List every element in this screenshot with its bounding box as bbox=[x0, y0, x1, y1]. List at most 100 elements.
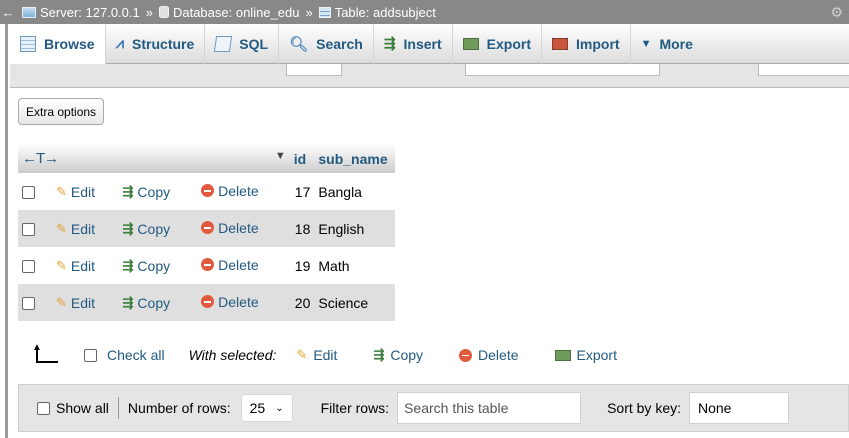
copy-label: Copy bbox=[137, 258, 171, 274]
show-all-label[interactable]: Show all bbox=[56, 400, 109, 416]
edit-link[interactable]: ✎ Edit bbox=[56, 295, 95, 311]
breadcrumb-database[interactable]: Database: online_edu bbox=[173, 5, 300, 20]
column-controls-header: ←T→ ▼ bbox=[18, 144, 290, 173]
column-arrows-icon[interactable]: ←T→ bbox=[22, 150, 59, 167]
tab-label: Search bbox=[316, 35, 363, 52]
bulk-export-button[interactable]: Export bbox=[554, 347, 617, 363]
tab-browse[interactable]: Browse bbox=[10, 23, 106, 64]
delete-label: Delete bbox=[218, 182, 259, 199]
delete-link[interactable]: Delete bbox=[201, 257, 259, 273]
breadcrumb-separator: » bbox=[305, 4, 313, 20]
bulk-export-label: Export bbox=[576, 347, 617, 363]
browse-icon bbox=[20, 35, 36, 52]
cell-id[interactable]: 17 bbox=[289, 173, 315, 210]
table-row: ✎ Edit ⇶ Copy Delete 20 Science bbox=[18, 284, 395, 321]
filter-rows-input[interactable]: Search this table bbox=[397, 392, 582, 424]
delete-link[interactable]: Delete bbox=[201, 182, 259, 199]
cell-id[interactable]: 18 bbox=[289, 210, 315, 247]
edit-link[interactable]: ✎ Edit bbox=[56, 184, 95, 200]
breadcrumb-server[interactable]: Server: 127.0.0.1 bbox=[40, 5, 140, 20]
tab-sql[interactable]: SQL bbox=[205, 23, 280, 64]
divider bbox=[117, 397, 119, 419]
ghost-filter-input bbox=[465, 64, 660, 76]
copy-icon: ⇶ bbox=[373, 347, 385, 362]
rows-label: Number of rows: bbox=[127, 400, 231, 416]
tab-label: Structure bbox=[132, 35, 195, 52]
export-icon bbox=[554, 349, 571, 361]
rows-select[interactable]: 25 ⌄ bbox=[240, 394, 293, 422]
row-checkbox[interactable] bbox=[22, 260, 35, 274]
sql-icon bbox=[214, 35, 233, 52]
bulk-edit-label: Edit bbox=[313, 347, 338, 363]
copy-link[interactable]: ⇶ Copy bbox=[123, 184, 171, 200]
copy-label: Copy bbox=[137, 184, 171, 200]
cell-id[interactable]: 19 bbox=[289, 247, 315, 284]
tab-label: SQL bbox=[239, 35, 269, 52]
extra-options-button[interactable]: Extra options bbox=[18, 98, 105, 125]
with-selected-label: With selected: bbox=[188, 347, 277, 363]
import-icon bbox=[552, 37, 569, 50]
left-edge bbox=[0, 0, 8, 438]
cell-sub_name[interactable]: Bangla bbox=[314, 173, 395, 210]
copy-label: Copy bbox=[137, 221, 171, 237]
cell-sub_name[interactable]: English bbox=[314, 210, 395, 247]
filter-label: Filter rows: bbox=[320, 400, 390, 416]
bulk-delete-button[interactable]: Delete bbox=[459, 347, 519, 363]
gear-icon[interactable]: ⚙ bbox=[830, 4, 843, 21]
table-row: ✎ Edit ⇶ Copy Delete 19 Math bbox=[18, 247, 395, 284]
export-icon bbox=[462, 37, 479, 50]
delete-link[interactable]: Delete bbox=[201, 294, 259, 310]
clipped-nav-row bbox=[10, 64, 849, 88]
delete-icon bbox=[201, 221, 215, 235]
tab-insert[interactable]: ⇶ Insert bbox=[374, 23, 453, 64]
copy-icon: ⇶ bbox=[122, 258, 134, 273]
bulk-copy-button[interactable]: ⇶ Copy bbox=[373, 347, 423, 363]
check-all-label[interactable]: Check all bbox=[107, 347, 165, 363]
row-checkbox[interactable] bbox=[22, 186, 35, 200]
back-arrow-icon[interactable]: ← bbox=[0, 5, 16, 20]
cell-sub_name[interactable]: Math bbox=[314, 247, 395, 284]
cell-sub_name[interactable]: Science bbox=[314, 284, 395, 321]
database-icon bbox=[158, 6, 169, 18]
cell-id[interactable]: 20 bbox=[289, 284, 315, 321]
breadcrumb-table[interactable]: Table: addsubject bbox=[335, 5, 436, 20]
edit-label: Edit bbox=[70, 295, 96, 311]
pencil-icon: ✎ bbox=[296, 347, 308, 362]
tab-search[interactable]: 🔍︎ Search bbox=[279, 23, 374, 64]
copy-link[interactable]: ⇶ Copy bbox=[123, 295, 171, 311]
column-header-id[interactable]: id bbox=[289, 144, 315, 173]
structure-icon: ⩘ bbox=[115, 35, 125, 52]
copy-link[interactable]: ⇶ Copy bbox=[123, 258, 171, 274]
breadcrumb: ← Server: 127.0.0.1 » Database: online_e… bbox=[0, 0, 849, 24]
ghost-rows-select bbox=[286, 64, 342, 76]
show-all-checkbox[interactable] bbox=[37, 401, 50, 415]
sort-label: Sort by key: bbox=[607, 400, 681, 416]
bulk-actions: ▲ Check all With selected: ✎ Edit ⇶ Copy D… bbox=[30, 342, 653, 367]
edit-link[interactable]: ✎ Edit bbox=[56, 258, 95, 274]
column-header-sub_name[interactable]: sub_name bbox=[314, 144, 395, 173]
copy-icon: ⇶ bbox=[122, 184, 134, 199]
tab-label: Export bbox=[486, 35, 532, 52]
copy-icon: ⇶ bbox=[122, 221, 134, 236]
sort-select[interactable]: None bbox=[689, 392, 789, 424]
copy-link[interactable]: ⇶ Copy bbox=[123, 221, 171, 237]
tab-label: More bbox=[659, 35, 693, 52]
sort-triangle-icon[interactable]: ▼ bbox=[275, 150, 286, 162]
edit-label: Edit bbox=[70, 184, 96, 200]
select-arrow-icon: ▲ bbox=[30, 342, 60, 363]
row-checkbox[interactable] bbox=[22, 223, 35, 237]
pencil-icon: ✎ bbox=[56, 258, 67, 273]
chevron-down-icon: ▼ bbox=[640, 37, 652, 50]
tab-export[interactable]: Export bbox=[453, 23, 543, 64]
edit-link[interactable]: ✎ Edit bbox=[56, 221, 95, 237]
tab-import[interactable]: Import bbox=[542, 23, 631, 64]
server-icon bbox=[22, 6, 36, 18]
row-checkbox[interactable] bbox=[22, 297, 35, 311]
delete-link[interactable]: Delete bbox=[201, 220, 259, 236]
bulk-edit-button[interactable]: ✎ Edit bbox=[296, 347, 337, 363]
tab-more[interactable]: ▼ More bbox=[631, 24, 703, 64]
edit-label: Edit bbox=[70, 221, 96, 237]
tab-structure[interactable]: ⩘ Structure bbox=[106, 23, 206, 64]
check-all-checkbox[interactable] bbox=[84, 348, 97, 362]
bulk-delete-label: Delete bbox=[478, 347, 519, 363]
